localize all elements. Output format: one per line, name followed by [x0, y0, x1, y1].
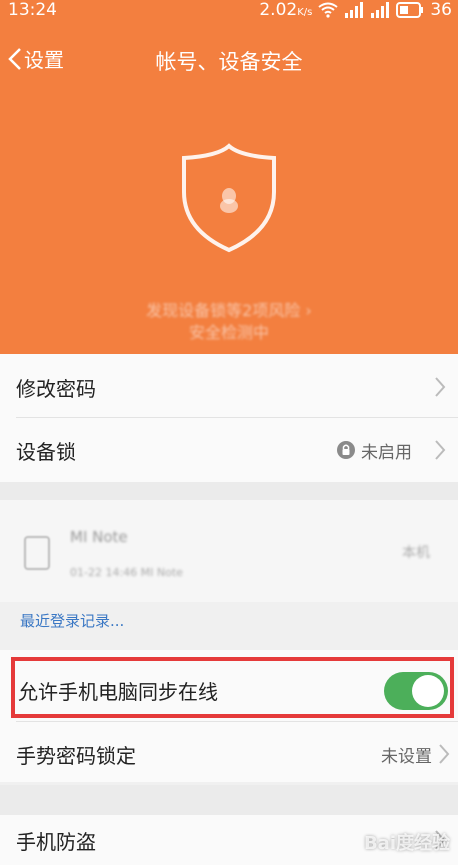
security-header: 13:24 2.02K/s 36 设置 帐号、设备安全 发现设备锁等2项风险 ›… [0, 0, 458, 354]
watermark: Bai度经验 [363, 833, 450, 854]
signal-icon-2 [371, 2, 390, 18]
battery-level: 36 [430, 0, 452, 20]
device-lock-status: 未启用 [361, 442, 412, 463]
penguin-icon [220, 188, 238, 213]
phone-icon [24, 536, 50, 570]
section-gap [0, 482, 458, 500]
chevron-right-icon [435, 377, 446, 397]
shield-icon [182, 143, 276, 253]
battery-icon [396, 2, 424, 18]
gesture-lock-label: 手势密码锁定 [16, 743, 136, 768]
anti-theft-label: 手机防盗 [16, 829, 96, 854]
device-lock-label: 设备锁 [16, 439, 76, 464]
change-password-row[interactable]: 修改密码 [0, 356, 458, 418]
chevron-right-icon [439, 744, 450, 764]
section-gap [0, 785, 458, 815]
signal-icon [345, 2, 364, 18]
risk-summary[interactable]: 发现设备锁等2项风险 › 安全检测中 [0, 300, 458, 344]
recent-login-link[interactable]: 最近登录记录... [20, 610, 124, 631]
wifi-icon [318, 2, 338, 18]
chevron-right-icon [435, 440, 446, 460]
risk-line-2: 安全检测中 [188, 323, 269, 342]
device-login-time: 01-22 14:46 MI Note [70, 566, 183, 579]
status-bar: 13:24 2.02K/s 36 [0, 0, 458, 24]
nav-bar: 设置 帐号、设备安全 [0, 40, 458, 80]
highlight-box [11, 657, 454, 718]
gesture-lock-status: 未设置 [381, 746, 432, 767]
device-tag: 本机 [402, 545, 430, 561]
device-card[interactable]: MI Note 01-22 14:46 MI Note 本机 [0, 500, 458, 602]
page-title: 帐号、设备安全 [155, 50, 303, 74]
divider [16, 417, 458, 418]
change-password-label: 修改密码 [16, 376, 96, 401]
device-name: MI Note [70, 528, 128, 546]
divider [16, 721, 458, 722]
risk-line-1: 发现设备锁等2项风险 [146, 301, 301, 320]
device-lock-row[interactable]: 设备锁 未启用 [0, 419, 458, 481]
gesture-lock-row[interactable]: 手势密码锁定 未设置 [0, 723, 458, 785]
lock-icon [337, 441, 355, 459]
status-time: 13:24 [8, 0, 57, 20]
network-speed: 2.02K/s [259, 0, 313, 20]
